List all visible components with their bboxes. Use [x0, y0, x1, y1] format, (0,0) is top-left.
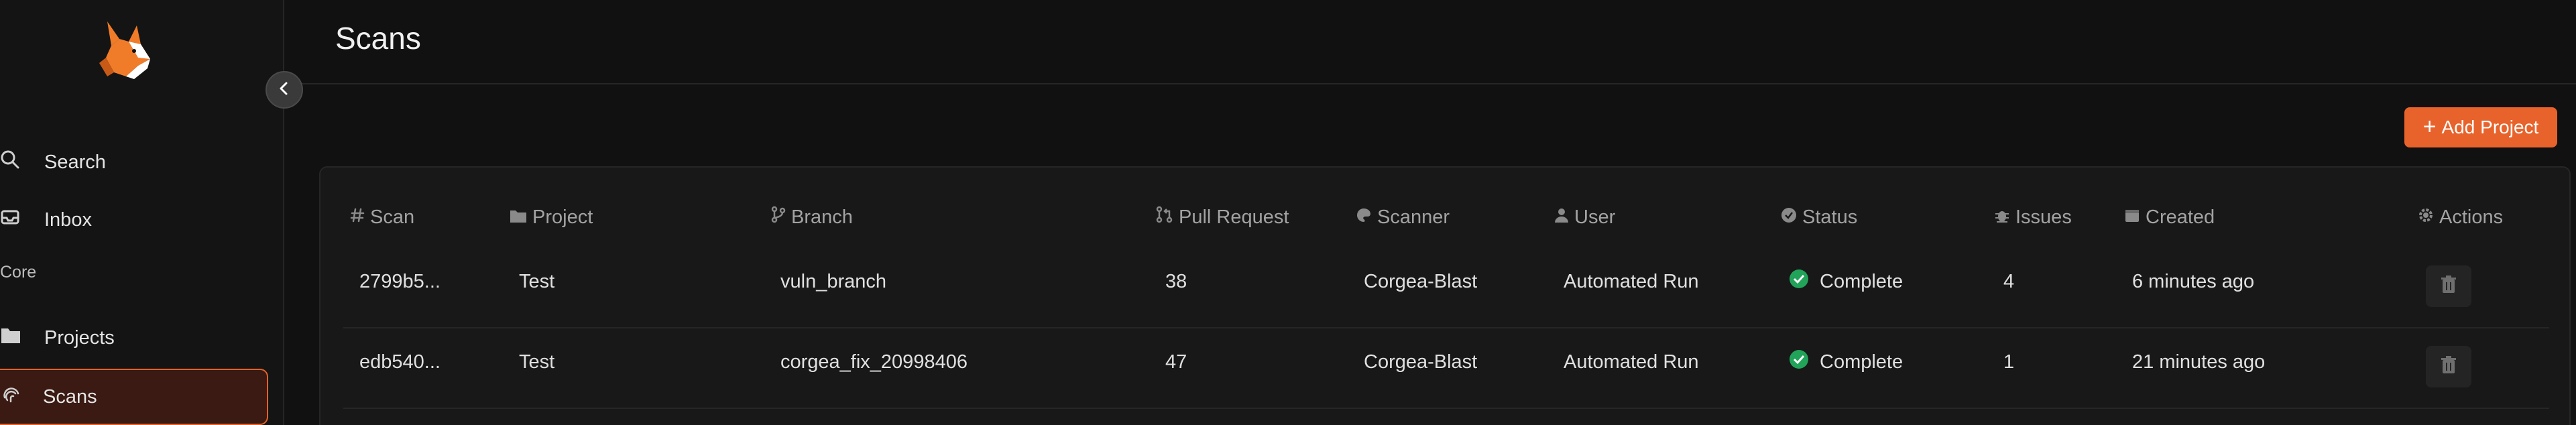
sidebar: Search Inbox Core Projects Scans [0, 0, 284, 425]
column-header-branch[interactable]: Branch [771, 202, 853, 232]
palette-icon [1356, 206, 1372, 229]
cell-pull-request: 38 [1165, 270, 1187, 292]
inbox-icon [0, 207, 20, 233]
cell-branch: corgea_fix_20998406 [780, 351, 968, 373]
sidebar-item-projects[interactable]: Projects [0, 312, 268, 363]
cell-scanner: Corgea-Blast [1364, 351, 1478, 373]
cell-pull-request: 47 [1165, 351, 1187, 373]
column-header-pull-request[interactable]: Pull Request [1156, 202, 1289, 232]
trash-icon [2441, 275, 2457, 298]
search-icon [0, 149, 20, 175]
folder-icon [0, 326, 21, 350]
row-divider [343, 408, 2549, 409]
cell-project: Test [519, 351, 555, 373]
sidebar-item-scans[interactable]: Scans [0, 369, 268, 425]
cell-project: Test [519, 270, 555, 292]
cell-scanner: Corgea-Blast [1364, 270, 1478, 292]
status-badge: Complete [1820, 270, 1904, 292]
page-title: Scans [335, 21, 421, 56]
column-header-created[interactable]: Created [2124, 202, 2215, 232]
cell-created: 21 minutes ago [2132, 351, 2266, 373]
cell-created: 6 minutes ago [2132, 270, 2255, 292]
check-circle-icon [1789, 349, 1809, 375]
calendar-icon [2124, 206, 2140, 229]
delete-scan-button[interactable] [2426, 265, 2471, 307]
add-project-label: Add Project [2441, 117, 2539, 137]
cell-issues: 1 [2003, 351, 2015, 373]
trash-icon [2441, 355, 2457, 378]
cell-branch: vuln_branch [780, 270, 886, 292]
cell-user: Automated Run [1564, 270, 1699, 292]
sidebar-item-label: Inbox [44, 208, 92, 231]
column-header-scanner[interactable]: Scanner [1356, 202, 1450, 232]
add-project-button[interactable]: + Add Project [2404, 107, 2557, 147]
fingerprint-icon [1, 384, 21, 410]
page-header: Scans [286, 0, 2576, 84]
column-header-user[interactable]: User [1554, 202, 1615, 232]
cell-status: Complete [1789, 347, 1903, 377]
fox-logo-icon[interactable] [94, 19, 158, 80]
chevron-left-icon [276, 80, 292, 100]
sidebar-item-label: Scans [43, 385, 97, 408]
check-badge-icon [1781, 206, 1797, 229]
sidebar-item-search[interactable]: Search [0, 137, 268, 188]
cell-scan[interactable]: edb540... [359, 347, 441, 377]
row-divider [343, 327, 2549, 328]
column-header-status[interactable]: Status [1781, 202, 1857, 232]
cell-issues: 4 [2003, 270, 2015, 292]
cell-scan[interactable]: 2799b5... [359, 267, 441, 296]
bug-icon [1994, 206, 2010, 229]
column-header-issues[interactable]: Issues [1994, 202, 2072, 232]
sidebar-item-inbox[interactable]: Inbox [0, 194, 268, 245]
sidebar-collapse-button[interactable] [266, 71, 303, 109]
sidebar-item-label: Projects [44, 326, 115, 349]
gear-icon [2418, 206, 2434, 229]
column-header-actions: Actions [2418, 202, 2503, 232]
user-icon [1554, 206, 1569, 229]
sidebar-item-label: Search [44, 151, 106, 173]
cell-status: Complete [1789, 267, 1903, 296]
check-circle-icon [1789, 269, 1809, 294]
column-header-project[interactable]: Project [510, 202, 593, 232]
sidebar-section-core: Core [0, 263, 37, 282]
branch-icon [771, 206, 786, 229]
pull-request-icon [1156, 206, 1173, 229]
plus-icon: + [2422, 113, 2437, 139]
delete-scan-button[interactable] [2426, 346, 2471, 387]
column-header-scan[interactable]: Scan [350, 202, 414, 232]
cell-user: Automated Run [1564, 351, 1699, 373]
status-badge: Complete [1820, 351, 1904, 373]
hash-icon [350, 206, 365, 229]
folder-icon [510, 206, 527, 229]
